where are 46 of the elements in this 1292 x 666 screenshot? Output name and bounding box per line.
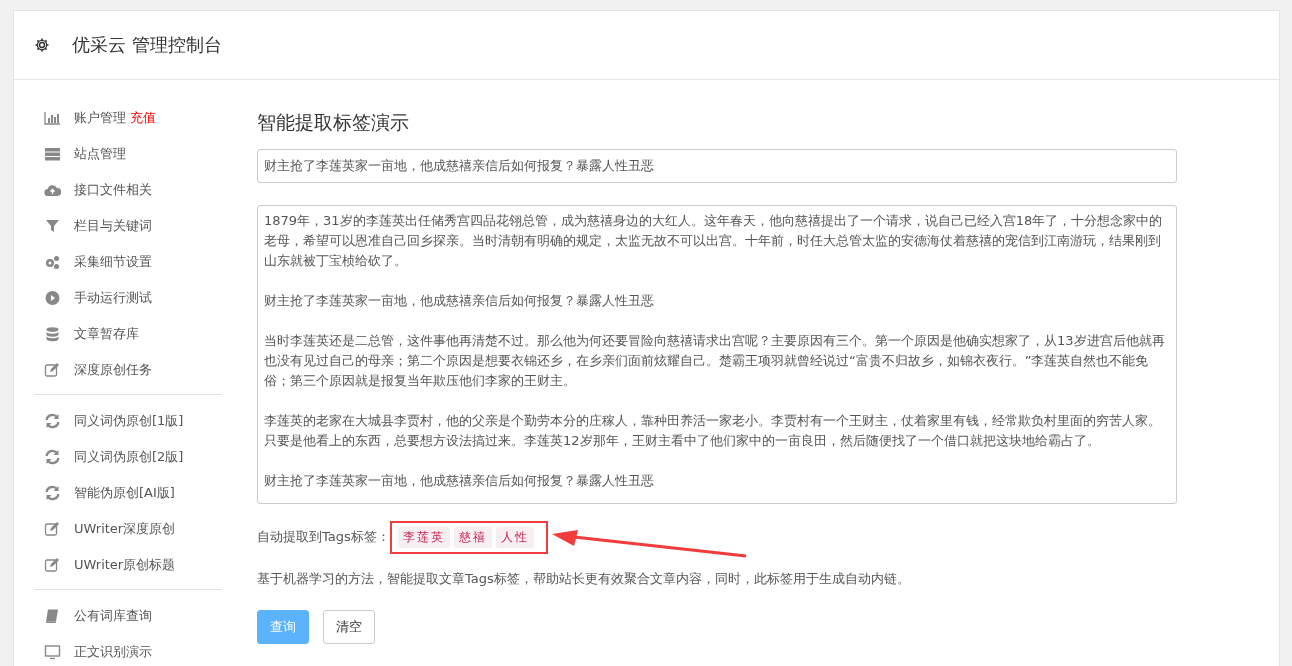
console-title: 优采云 管理控制台: [72, 33, 222, 57]
sidebar-item[interactable]: 栏目与关键词: [34, 208, 222, 244]
refresh-icon: [44, 485, 61, 501]
paragraph-text: 财主抢了李莲英家一亩地，他成慈禧亲信后如何报复？暴露人性丑恶: [264, 292, 655, 310]
tag: 慈禧: [453, 526, 492, 548]
sidebar-item[interactable]: 同义词伪原创[1版]: [34, 403, 222, 439]
paragraph-text: 财主抢了李莲英家一亩地，他成慈禧亲信后如何报复？暴露人性丑恶: [264, 472, 655, 490]
tag: 李莲英: [397, 526, 450, 548]
sidebar-item[interactable]: 接口文件相关: [34, 172, 222, 208]
title-input-field[interactable]: 财主抢了李莲英家一亩地，他成慈禧亲信后如何报复？暴露人性丑恶: [257, 149, 1177, 183]
book-icon: [44, 608, 61, 624]
server-icon: [44, 146, 61, 162]
sidebar-item[interactable]: 站点管理: [34, 136, 222, 172]
sidebar-item[interactable]: 文章暂存库: [34, 316, 222, 352]
sidebar-item[interactable]: UWriter深度原创: [34, 511, 222, 547]
refresh-icon: [44, 413, 61, 429]
sidebar-item[interactable]: UWriter原创标题: [34, 547, 222, 583]
sidebar-item[interactable]: 智能伪原创[AI版]: [34, 475, 222, 511]
monitor-icon: [44, 644, 61, 660]
paragraph-text: 李莲英的老家在大城县李贾村，他的父亲是个勤劳本分的庄稼人，靠种田养活一家老小。李贾村有一个王财主，仗着家里有钱，经常欺负村里面的穷苦人家。只要是他看上的东西，总要想方设法搞过来。李莲英12岁那年，王财主看中了他们家中的一亩良田，然后随便找了一个借口就把这块地给霸占了。: [264, 412, 1162, 450]
description-text: 基于机器学习的方法，智能提取文章Tags标签，帮助站长更有效聚合文章内容，同时，此标签用于生成自动内链。: [257, 570, 911, 588]
paragraph-text: 1879年，31岁的李莲英出任储秀宫四品花翎总管，成为慈禧身边的大红人。这年春天，他向慈禧提出了一个请求，说自己已经入宫18年了，十分想念家中的老母，希望可以恩准自己回乡探亲。当时清朝有明确的规定，太监无故不可以出宫。十年前，时任大总管太监的安德海仗着慈禧的宠信到江南游玩，结果刚到山东就被丁宝桢给砍了。: [264, 212, 1164, 270]
page-title: 智能提取标签演示: [257, 110, 410, 135]
edit-icon: [44, 521, 61, 537]
play-icon: [44, 290, 61, 306]
sidebar-item[interactable]: 正文识别演示: [34, 634, 222, 666]
sidebar-item[interactable]: 公有词库查询: [34, 598, 222, 634]
tags-label: 自动提取到Tags标签：: [257, 528, 390, 546]
sidebar-item[interactable]: 深度原创任务: [34, 352, 222, 388]
clear-button[interactable]: 清空: [323, 610, 375, 644]
edit-icon: [44, 557, 61, 573]
sidebar-item[interactable]: 手动运行测试: [34, 280, 222, 316]
paragraph-text: 当时李莲英还是二总管，这件事他再清楚不过。那么他为何还要冒险向慈禧请求出宫呢？主要原因有三个。第一个原因是他确实想家了，从13岁进宫后他就再也没有见过自己的母亲；第二个原因是想要衣锦还乡，在乡亲们面前炫耀自己。楚霸王项羽就曾经说过“富贵不归故乡，如锦衣夜行。”李莲英自然也不能免俗；第三个原因就是报复当年欺压他们李家的王财主。: [264, 332, 1166, 390]
database-icon: [44, 326, 61, 342]
cloud-upload-icon: [44, 182, 61, 198]
tag: 人性: [495, 526, 534, 548]
settings-icon: [34, 37, 51, 53]
sidebar-item[interactable]: 同义词伪原创[2版]: [34, 439, 222, 475]
refresh-icon: [44, 449, 61, 465]
sidebar-item[interactable]: 账户管理 充值: [34, 100, 222, 136]
filter-icon: [44, 218, 61, 234]
sidebar-item[interactable]: 采集细节设置: [34, 244, 222, 280]
bar-chart-icon: [44, 110, 61, 126]
gears-icon: [44, 254, 61, 270]
edit-icon: [44, 362, 61, 378]
content-textarea[interactable]: [257, 205, 1177, 504]
